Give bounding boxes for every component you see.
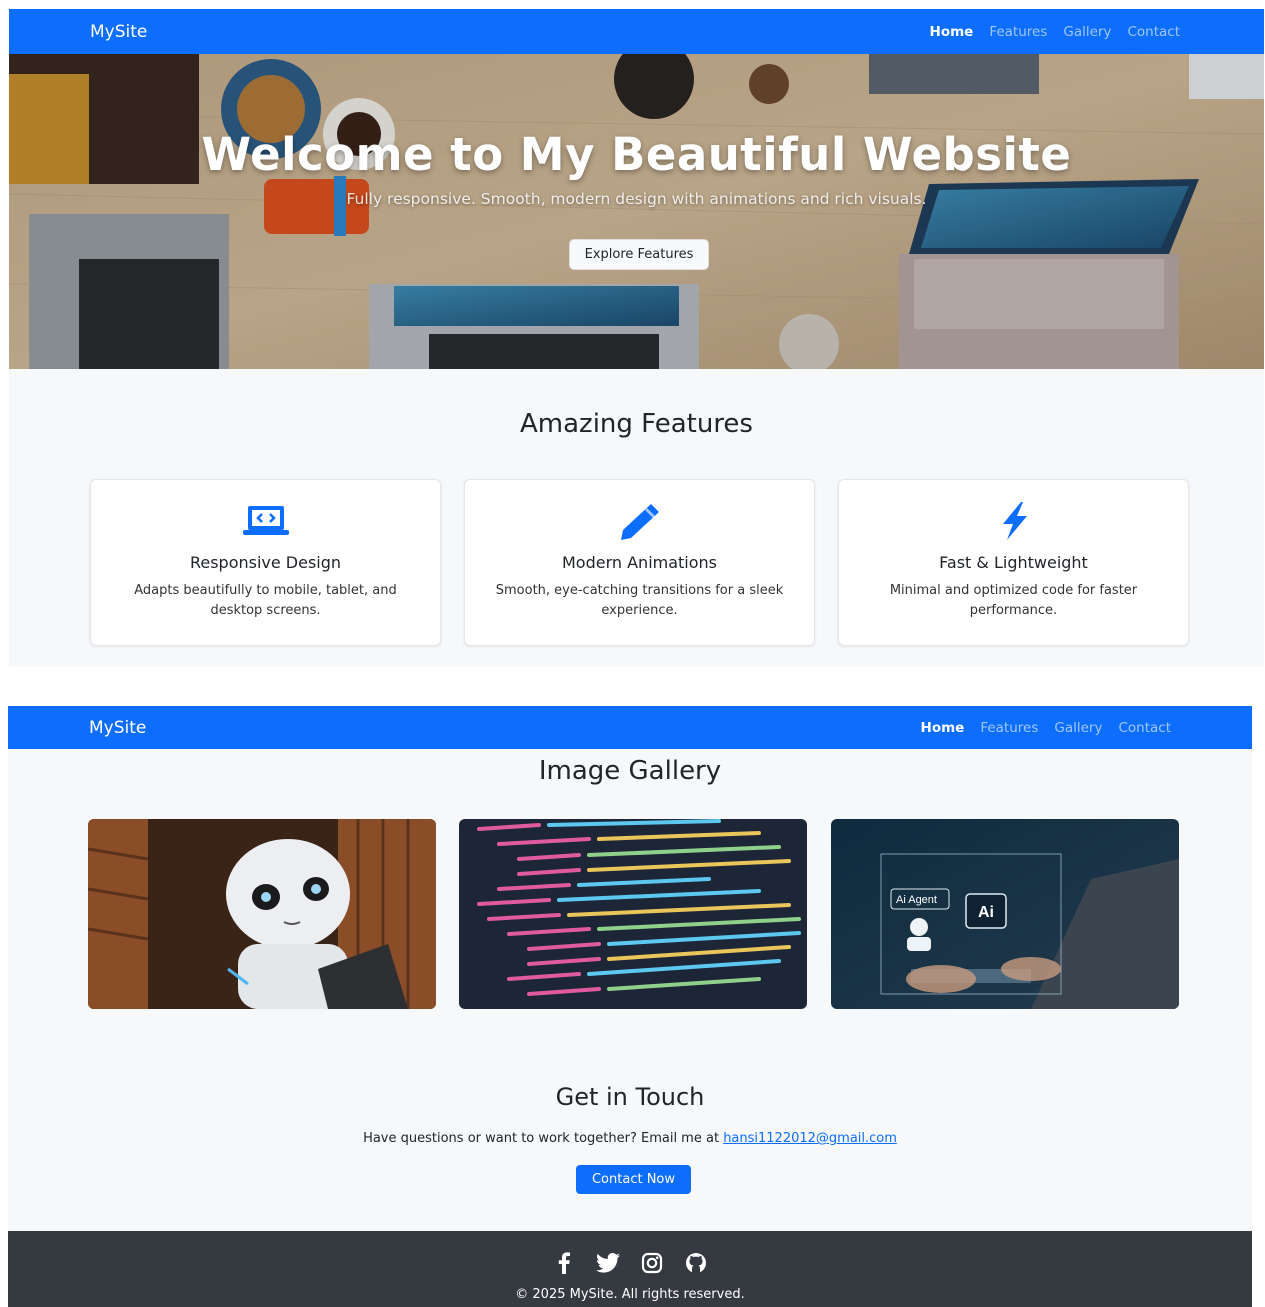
hero-subtitle: Fully responsive. Smooth, modern design … (346, 190, 927, 208)
nav-link-contact[interactable]: Contact (1118, 720, 1171, 736)
nav-link-contact[interactable]: Contact (1127, 24, 1180, 40)
nav-link-gallery[interactable]: Gallery (1063, 24, 1111, 40)
features-section: Amazing Features Responsive Design Adapt… (9, 369, 1264, 667)
feature-card-responsive: Responsive Design Adapts beautifully to … (90, 479, 441, 646)
gallery-contact-section: Image Gallery Ai Agent Ai Get in Touch H… (8, 749, 1252, 1231)
social-links (8, 1251, 1252, 1275)
hero-title: Welcome to My Beautiful Website (201, 128, 1072, 181)
second-navbar: MySite Home Features Gallery Contact (8, 706, 1252, 749)
nav-link-features[interactable]: Features (989, 24, 1047, 40)
gallery-image-code[interactable] (459, 819, 807, 1009)
nav-link-home[interactable]: Home (930, 24, 974, 40)
ai-chip-label: Ai (978, 904, 994, 921)
lightning-icon (1002, 502, 1027, 540)
gallery-image-ai-agent[interactable]: Ai Agent Ai (831, 819, 1179, 1009)
copyright-text: © 2025 MySite. All rights reserved. (515, 1287, 745, 1302)
feature-card-title: Fast & Lightweight (939, 553, 1088, 572)
hero-background-image (9, 54, 1264, 369)
ai-agent-image: Ai Agent Ai (831, 819, 1179, 1009)
feature-card-title: Modern Animations (561, 553, 718, 572)
feature-card-title: Responsive Design (189, 553, 342, 572)
brand-logo[interactable]: MySite (90, 22, 147, 42)
nav-links: Home Features Gallery Contact (921, 720, 1171, 736)
nav-link-home[interactable]: Home (921, 720, 965, 736)
code-image (459, 819, 807, 1009)
features-title: Amazing Features (520, 409, 753, 439)
contact-message: Have questions or want to work together?… (363, 1131, 720, 1146)
top-navbar: MySite Home Features Gallery Contact (9, 9, 1264, 54)
gallery-image-robot[interactable] (88, 819, 436, 1009)
footer: © 2025 MySite. All rights reserved. (8, 1231, 1252, 1307)
feature-card-fast: Fast & Lightweight Minimal and optimized… (838, 479, 1189, 646)
pen-icon (620, 504, 659, 540)
contact-now-button[interactable]: Contact Now (576, 1165, 691, 1194)
laptop-code-icon (242, 506, 289, 535)
contact-title: Get in Touch (555, 1083, 705, 1111)
github-icon[interactable] (684, 1251, 708, 1275)
feature-card-animations: Modern Animations Smooth, eye-catching t… (464, 479, 815, 646)
twitter-icon[interactable] (596, 1251, 620, 1275)
explore-features-button[interactable]: Explore Features (569, 239, 709, 270)
nav-link-features[interactable]: Features (980, 720, 1038, 736)
hero-section: Welcome to My Beautiful Website Fully re… (9, 54, 1264, 369)
contact-text: Have questions or want to work together?… (8, 1131, 1252, 1146)
feature-card-text: Smooth, eye-catching transitions for a s… (495, 583, 784, 618)
nav-links: Home Features Gallery Contact (930, 24, 1180, 40)
nav-link-gallery[interactable]: Gallery (1054, 720, 1102, 736)
feature-card-text: Minimal and optimized code for faster pe… (889, 583, 1138, 618)
robot-image (88, 819, 436, 1009)
brand-logo[interactable]: MySite (89, 718, 146, 738)
contact-email-link[interactable]: hansi1122012@gmail.com (723, 1131, 897, 1146)
instagram-icon[interactable] (640, 1251, 664, 1275)
feature-card-text: Adapts beautifully to mobile, tablet, an… (134, 583, 397, 618)
ai-agent-label: Ai Agent (896, 894, 937, 906)
facebook-icon[interactable] (552, 1251, 576, 1275)
gallery-title: Image Gallery (538, 756, 722, 786)
